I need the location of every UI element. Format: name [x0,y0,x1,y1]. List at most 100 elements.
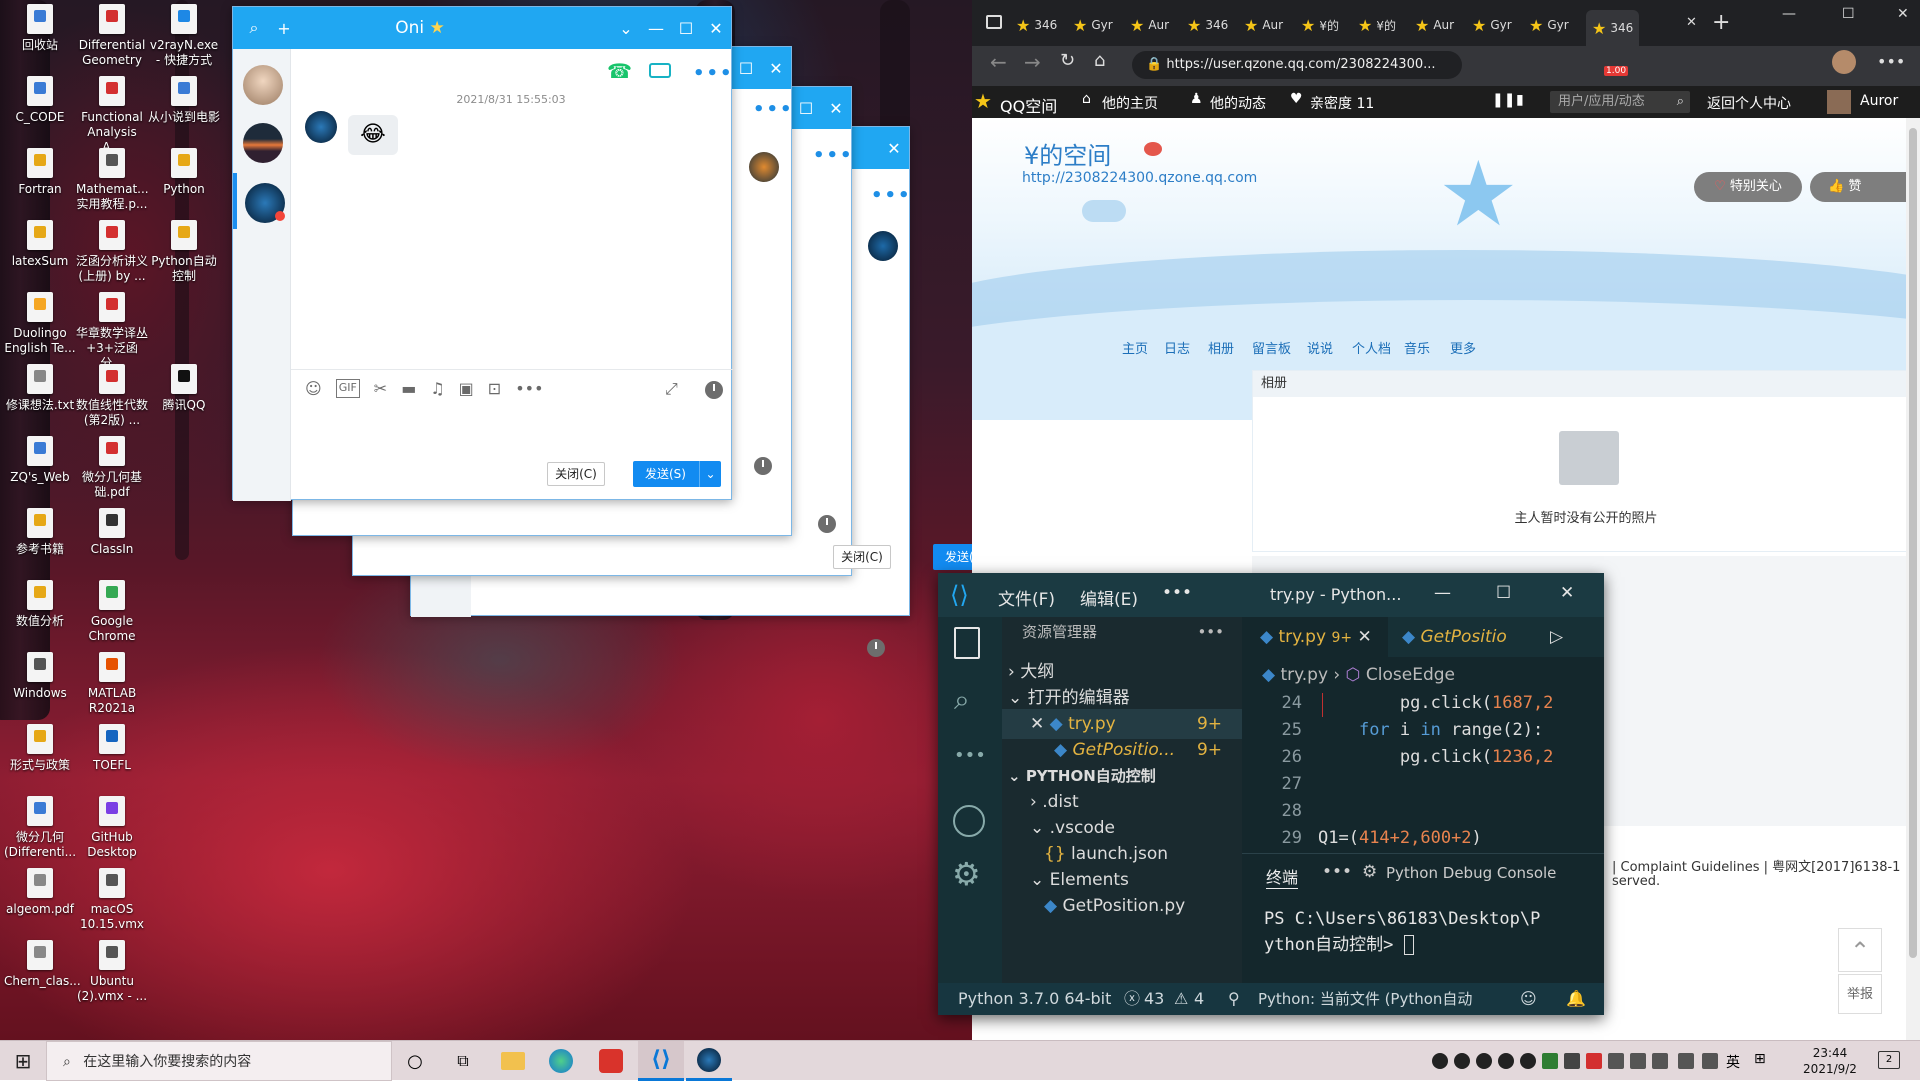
his-feed-link[interactable]: 他的动态 [1210,93,1266,113]
chevron-down-icon[interactable]: ⌄ [611,19,641,38]
more-icon[interactable]: ••• [954,745,986,766]
menu-more-icon[interactable]: ••• [1162,583,1192,603]
report-button[interactable]: 举报 [1838,974,1882,1014]
desktop-icon[interactable]: ZQ's_Web [4,436,76,485]
new-tab-icon[interactable]: + [1712,10,1730,35]
desktop-icon[interactable]: Differential Geometry ... [76,4,148,83]
close-icon[interactable]: ✕ [761,59,791,78]
taskbar-app[interactable] [588,1041,634,1081]
menu-edit[interactable]: 编辑(E) [1080,585,1138,610]
sender-avatar[interactable] [305,111,337,143]
desktop-icon[interactable]: 泛函分析讲义(上册) by ... [76,220,148,284]
more-icon[interactable]: ••• [813,145,854,166]
profile-icon[interactable] [1832,50,1856,74]
desktop-icon[interactable]: 微分几何基础.pdf [76,436,148,500]
close-icon[interactable]: ✕ [821,99,851,118]
desktop-icon[interactable]: 形式与政策 [4,724,76,773]
special-care-button[interactable]: ♡ 特别关心 [1694,172,1802,202]
desktop-icon[interactable]: MATLAB R2021a [76,652,148,716]
cortana-button[interactable]: ○ [392,1041,438,1081]
browser-tab[interactable]: ★ Aur [1415,10,1454,40]
desktop-icon[interactable]: algeom.pdf [4,868,76,917]
close-icon[interactable]: ✕ [1560,583,1574,603]
explorer-more-icon[interactable]: ••• [1197,617,1224,647]
desktop-icon[interactable]: Python自动控制 [148,220,220,284]
his-homepage-link[interactable]: 他的主页 [1102,93,1158,113]
browser-tab[interactable]: ★ ¥的 [1358,10,1396,40]
home-icon[interactable]: ⌂ [1094,50,1105,71]
user-avatar[interactable] [1827,90,1851,114]
add-icon[interactable]: + [269,19,299,38]
run-config[interactable]: Python: 当前文件 (Python自动 [1258,983,1472,1015]
terminal-selector[interactable]: Python Debug Console [1386,864,1556,882]
desktop-icon[interactable]: ClassIn [76,508,148,557]
wifi-icon[interactable] [1608,1053,1624,1069]
message-input[interactable] [291,407,731,457]
screen-capture-icon[interactable]: ⊡ [488,379,501,398]
minimize-icon[interactable]: — [1782,6,1796,22]
maximize-icon[interactable]: ☐ [1842,6,1855,22]
minimize-icon[interactable]: — [1434,583,1451,603]
vscode-window[interactable]: ⟨⟩ 文件(F) 编辑(E) ••• try.py - Python... — … [938,573,1604,1015]
desktop-icon[interactable]: Functional Analysis A... [76,76,148,155]
input-method[interactable]: 英 [1726,1052,1740,1072]
taskbar-search[interactable]: ⌕ 在这里输入你要搜索的内容 [46,1041,392,1081]
browser-tab[interactable]: ★ Gyr [1073,10,1113,40]
maximize-icon[interactable]: ☐ [671,19,701,38]
close-icon[interactable]: ✕ [1897,6,1909,22]
browser-tab[interactable]: ★ Aur [1244,10,1283,40]
desktop-icon[interactable]: Ubuntu (2).vmx - ... [76,940,148,1004]
qq-tray-icon[interactable] [1520,1053,1536,1069]
close-button[interactable]: 关闭(C) [833,545,891,569]
start-button[interactable]: ⊞ [0,1041,46,1081]
scissors-icon[interactable]: ✂ [374,379,387,398]
battery-icon[interactable] [1630,1053,1646,1069]
more-icon[interactable]: ••• [871,185,912,206]
run-icon[interactable]: ▷ [1550,617,1563,657]
pen-icon[interactable] [1678,1053,1694,1069]
close-icon[interactable]: ✕ [879,139,909,158]
gear-icon[interactable]: ⚙ [952,855,981,893]
desktop-icon[interactable]: Chern_clas... [4,940,81,989]
minimize-icon[interactable]: — [641,19,671,38]
back-icon[interactable]: ← [990,50,1007,74]
history-icon[interactable] [754,457,772,475]
history-icon[interactable] [818,515,836,533]
terminal-output[interactable]: PS C:\Users\86183\Desktop\P ython自动控制> [1264,906,1540,958]
ime-mode-icon[interactable]: ⊞ [1754,1051,1766,1067]
expand-icon[interactable]: ⤢ [665,379,678,399]
tab-try[interactable]: ◆ try.py 9+ ✕ [1242,617,1388,657]
terminal-tab[interactable]: 终端 [1266,864,1299,889]
back-to-top-button[interactable]: ⌃ [1838,928,1882,972]
desktop-icon[interactable]: Python [148,148,220,197]
taskbar-qq[interactable] [686,1041,732,1081]
address-bar[interactable]: 🔒 https://user.qzone.qq.com/2308224300..… [1132,51,1462,79]
account-icon[interactable] [953,805,985,837]
qzone-nav-link[interactable]: 说说 [1307,338,1333,357]
browser-tab[interactable]: ★ 346 [1187,10,1228,40]
qzone-nav-link[interactable]: 音乐 [1404,338,1430,357]
volume-icon[interactable] [1652,1053,1668,1069]
desktop-icon[interactable]: Windows [4,652,76,701]
scrollbar-thumb[interactable] [1909,128,1917,958]
desktop-icon[interactable]: v2rayN.exe - 快捷方式 [148,4,220,68]
qzone-nav-link[interactable]: 更多 [1450,338,1476,357]
maximize-icon[interactable]: ☐ [791,99,821,118]
maximize-icon[interactable]: ☐ [731,59,761,78]
desktop-icon[interactable]: 数值分析 [4,580,76,629]
emoji-icon[interactable]: ☺ [305,379,322,398]
forward-icon[interactable]: → [1024,50,1041,74]
bell-icon[interactable]: 🔔 [1566,983,1586,1015]
editor[interactable]: ◆ try.py 9+ ✕ ◆ GetPositio ▷ ◆ try.py › ⬡… [1242,617,1604,983]
desktop-icon[interactable]: macOS 10.15.vmx ... [76,868,148,947]
browser-tab[interactable]: ★ 346 [1586,10,1640,46]
warning-count[interactable]: 4 [1194,983,1204,1015]
qzone-nav-link[interactable]: 日志 [1164,338,1190,357]
desktop-icon[interactable]: TOEFL [76,724,148,773]
taskbar-vscode[interactable]: ⟨⟩ [638,1041,684,1081]
close-tab-icon[interactable]: ✕ [1686,15,1697,30]
back-to-center-link[interactable]: 返回个人中心 [1707,93,1791,113]
like-button[interactable]: 👍 赞 [1810,172,1920,202]
more-icon[interactable]: ••• [753,99,794,120]
user-name[interactable]: Auror [1860,93,1898,109]
